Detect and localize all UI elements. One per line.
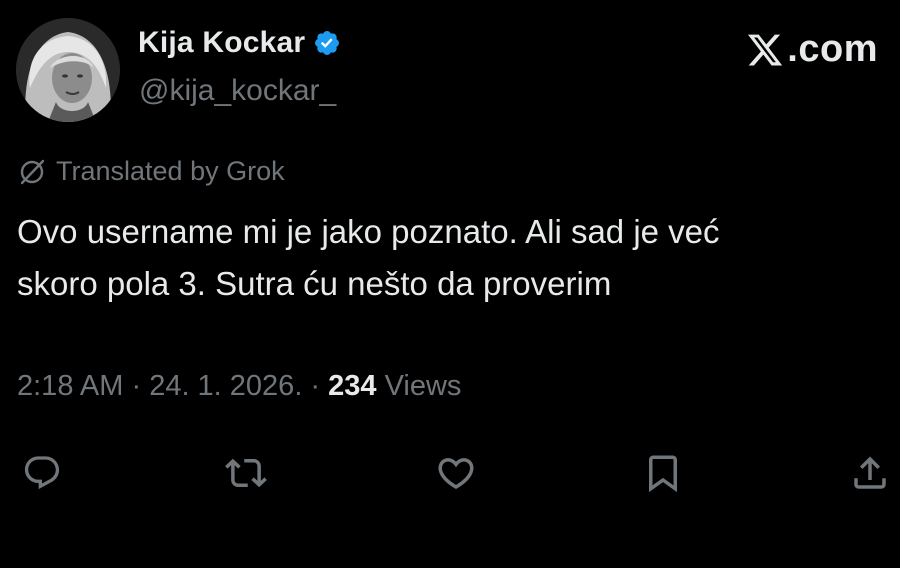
reply-button[interactable] — [17, 448, 67, 498]
tweet-card: Kija Kockar @kija_kockar_ .com Translate… — [0, 0, 900, 568]
retweet-icon — [225, 458, 267, 488]
x-logo[interactable]: .com — [745, 28, 878, 71]
meta-separator: · — [123, 370, 150, 402]
translation-text: Translated by Grok — [56, 156, 285, 186]
author-handle[interactable]: @kija_kockar_ — [139, 74, 336, 108]
bookmark-button[interactable] — [638, 448, 688, 498]
x-logo-text: .com — [787, 28, 878, 70]
reply-icon — [24, 456, 60, 490]
display-name[interactable]: Kija Kockar — [138, 26, 305, 60]
tweet-text-line-1: Ovo username mi je jako poznato. Ali sad… — [17, 213, 720, 250]
profile-photo-icon — [16, 18, 120, 122]
bookmark-icon — [649, 455, 677, 493]
tweet-date[interactable]: 24. 1. 2026. — [149, 370, 302, 402]
like-button[interactable] — [431, 448, 481, 498]
views-count[interactable]: 234 — [328, 370, 376, 402]
action-bar — [0, 448, 900, 498]
share-button[interactable] — [845, 448, 895, 498]
share-icon — [854, 456, 886, 489]
avatar[interactable] — [16, 18, 120, 122]
retweet-button[interactable] — [221, 448, 271, 498]
views-label: Views — [376, 370, 462, 402]
verified-badge-icon — [315, 31, 340, 55]
tweet-text: Ovo username mi je jako poznato. Ali sad… — [17, 206, 887, 310]
tweet-metadata: 2:18 AM · 24. 1. 2026. · 234 Views — [17, 370, 461, 403]
tweet-text-line-2: skoro pola 3. Sutra ću nešto da proverim — [17, 265, 612, 302]
translation-label[interactable]: Translated by Grok — [18, 156, 285, 187]
meta-separator: · — [302, 370, 329, 402]
heart-icon — [438, 458, 474, 490]
author-name-row[interactable]: Kija Kockar — [138, 26, 341, 60]
x-logo-icon — [748, 34, 783, 65]
tweet-time[interactable]: 2:18 AM — [17, 370, 123, 402]
translate-slash-icon — [20, 159, 45, 184]
